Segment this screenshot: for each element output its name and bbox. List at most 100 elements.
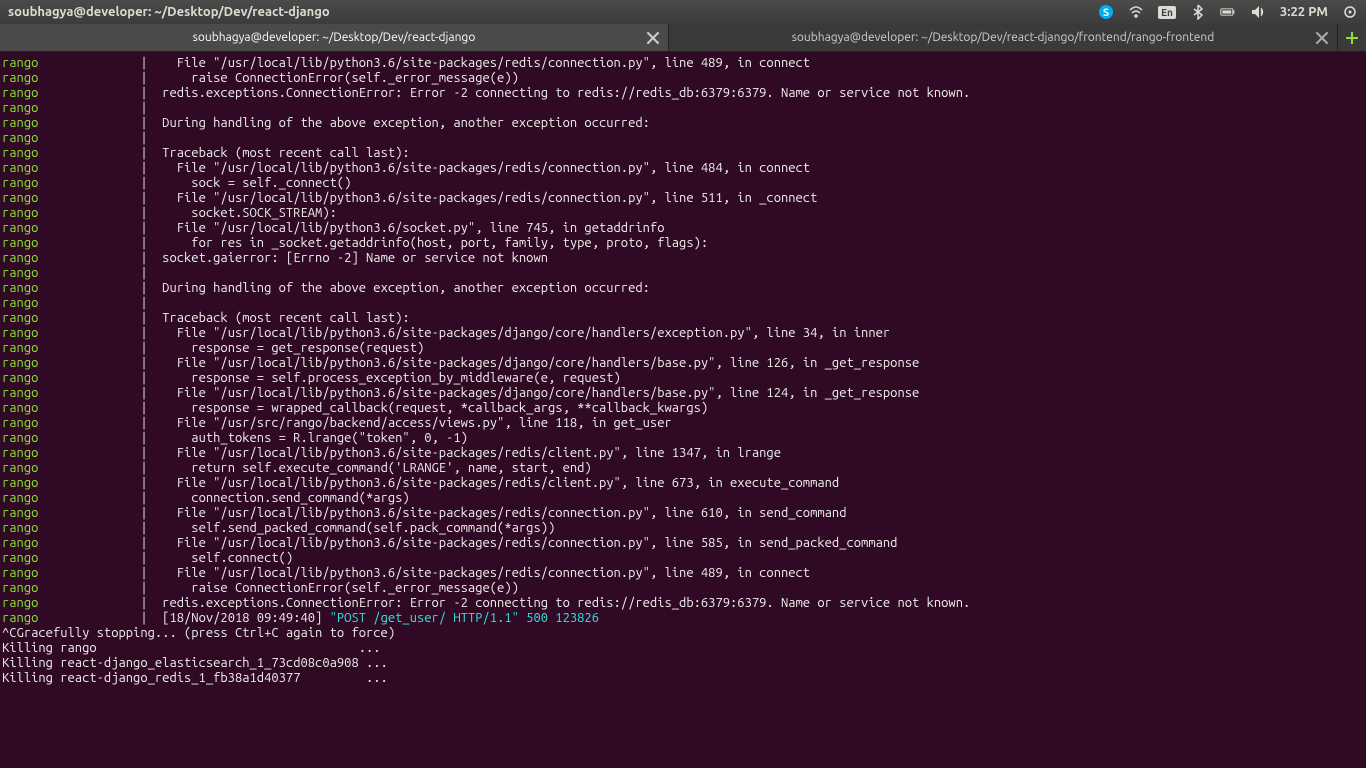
terminal-tab-active[interactable]: soubhagya@developer: ~/Desktop/Dev/react… <box>0 24 669 51</box>
terminal-line: rango | response = self.process_exceptio… <box>2 371 1364 386</box>
clock[interactable]: 3:22 PM <box>1280 5 1328 19</box>
log-body: raise ConnectionError(self._error_messag… <box>148 71 519 85</box>
system-tray: S En 3:22 PM <box>1098 4 1358 20</box>
log-pipe: | <box>140 116 147 130</box>
log-body: auth_tokens = R.lrange("token", 0, -1) <box>148 431 468 445</box>
log-body: File "/usr/local/lib/python3.6/site-pack… <box>148 506 847 520</box>
volume-icon[interactable] <box>1250 4 1266 20</box>
terminal-line: rango | socket.gaierror: [Errno -2] Name… <box>2 251 1364 266</box>
log-body: During handling of the above exception, … <box>148 281 650 295</box>
log-tag: rango <box>2 131 140 145</box>
log-tag: rango <box>2 251 140 265</box>
log-tag: rango <box>2 56 140 70</box>
bluetooth-icon[interactable] <box>1190 4 1206 20</box>
close-icon[interactable] <box>646 31 660 45</box>
log-body: response = wrapped_callback(request, *ca… <box>148 401 709 415</box>
log-pipe: | <box>140 431 147 445</box>
terminal-line: rango | response = wrapped_callback(requ… <box>2 401 1364 416</box>
log-tag: rango <box>2 566 140 580</box>
log-pipe: | <box>140 521 147 535</box>
log-pipe: | <box>140 56 147 70</box>
log-tag: rango <box>2 341 140 355</box>
log-body <box>148 131 163 145</box>
log-tag: rango <box>2 161 140 175</box>
log-pipe: | <box>140 491 147 505</box>
log-tag: rango <box>2 536 140 550</box>
log-tag: rango <box>2 311 140 325</box>
log-body: Traceback (most recent call last): <box>148 311 410 325</box>
log-pipe: | <box>140 296 147 310</box>
log-body: File "/usr/local/lib/python3.6/site-pack… <box>148 356 920 370</box>
keyboard-lang-indicator[interactable]: En <box>1158 6 1176 19</box>
terminal-line: rango | During handling of the above exc… <box>2 116 1364 131</box>
log-tag: rango <box>2 281 140 295</box>
terminal-line: rango | File "/usr/local/lib/python3.6/s… <box>2 356 1364 371</box>
new-tab-button[interactable] <box>1338 24 1366 51</box>
log-body: Killing rango ... <box>2 641 388 655</box>
battery-icon[interactable] <box>1220 4 1236 20</box>
log-pipe: | <box>140 326 147 340</box>
log-body: File "/usr/src/rango/backend/access/view… <box>148 416 672 430</box>
terminal-output[interactable]: rango | File "/usr/local/lib/python3.6/s… <box>0 52 1366 768</box>
wifi-icon[interactable] <box>1128 4 1144 20</box>
log-tag: rango <box>2 221 140 235</box>
log-body: Traceback (most recent call last): <box>148 146 410 160</box>
log-pipe: | <box>140 551 147 565</box>
log-body: File "/usr/local/lib/python3.6/site-pack… <box>148 566 810 580</box>
terminal-line: rango | File "/usr/local/lib/python3.6/s… <box>2 506 1364 521</box>
terminal-line: rango | File "/usr/local/lib/python3.6/s… <box>2 56 1364 71</box>
log-tag: rango <box>2 431 140 445</box>
terminal-line: ^CGracefully stopping... (press Ctrl+C a… <box>2 626 1364 641</box>
log-tag: rango <box>2 401 140 415</box>
log-pipe: | <box>140 191 147 205</box>
log-pipe: | <box>140 176 147 190</box>
skype-icon[interactable]: S <box>1098 4 1114 20</box>
log-tag: rango <box>2 461 140 475</box>
terminal-tab-inactive[interactable]: soubhagya@developer: ~/Desktop/Dev/react… <box>669 24 1338 51</box>
terminal-line: rango | self.connect() <box>2 551 1364 566</box>
log-pipe: | <box>140 371 147 385</box>
terminal-line: rango | redis.exceptions.ConnectionError… <box>2 86 1364 101</box>
top-menubar: soubhagya@developer: ~/Desktop/Dev/react… <box>0 0 1366 24</box>
log-tag: rango <box>2 371 140 385</box>
log-pipe: | <box>140 461 147 475</box>
terminal-line: rango | File "/usr/local/lib/python3.6/s… <box>2 446 1364 461</box>
terminal-line: rango | File "/usr/local/lib/python3.6/s… <box>2 536 1364 551</box>
session-gear-icon[interactable] <box>1342 4 1358 20</box>
log-tag: rango <box>2 266 140 280</box>
log-pipe: | <box>140 281 147 295</box>
log-pipe: | <box>140 341 147 355</box>
log-body: File "/usr/local/lib/python3.6/socket.py… <box>148 221 665 235</box>
terminal-line: rango | During handling of the above exc… <box>2 281 1364 296</box>
terminal-line: rango | response = get_response(request) <box>2 341 1364 356</box>
log-body <box>148 296 163 310</box>
close-icon[interactable] <box>1315 31 1329 45</box>
log-pipe: | <box>140 71 147 85</box>
log-body: File "/usr/local/lib/python3.6/site-pack… <box>148 326 891 340</box>
log-tag: rango <box>2 611 140 625</box>
log-pipe: | <box>140 446 147 460</box>
log-tag: rango <box>2 506 140 520</box>
log-tag: rango <box>2 446 140 460</box>
log-pipe: | <box>140 416 147 430</box>
log-body: File "/usr/local/lib/python3.6/site-pack… <box>148 476 840 490</box>
terminal-line: rango | <box>2 101 1364 116</box>
log-body: return self.execute_command('LRANGE', na… <box>148 461 592 475</box>
window-title: soubhagya@developer: ~/Desktop/Dev/react… <box>8 5 330 19</box>
log-body: File "/usr/local/lib/python3.6/site-pack… <box>148 191 818 205</box>
terminal-line: rango | File "/usr/local/lib/python3.6/s… <box>2 326 1364 341</box>
log-body: response = self.process_exception_by_mid… <box>148 371 621 385</box>
log-tag: rango <box>2 581 140 595</box>
terminal-line: Killing react-django_redis_1_fb38a1d4037… <box>2 671 1364 686</box>
log-body <box>148 266 163 280</box>
tab-label: soubhagya@developer: ~/Desktop/Dev/react… <box>193 31 476 44</box>
log-tag: rango <box>2 356 140 370</box>
terminal-line: rango | Traceback (most recent call last… <box>2 311 1364 326</box>
log-tag: rango <box>2 101 140 115</box>
terminal-line: rango | Traceback (most recent call last… <box>2 146 1364 161</box>
terminal-line: rango | File "/usr/src/rango/backend/acc… <box>2 416 1364 431</box>
log-body: File "/usr/local/lib/python3.6/site-pack… <box>148 386 920 400</box>
log-pipe: | <box>140 236 147 250</box>
log-tag: rango <box>2 191 140 205</box>
log-tag: rango <box>2 326 140 340</box>
